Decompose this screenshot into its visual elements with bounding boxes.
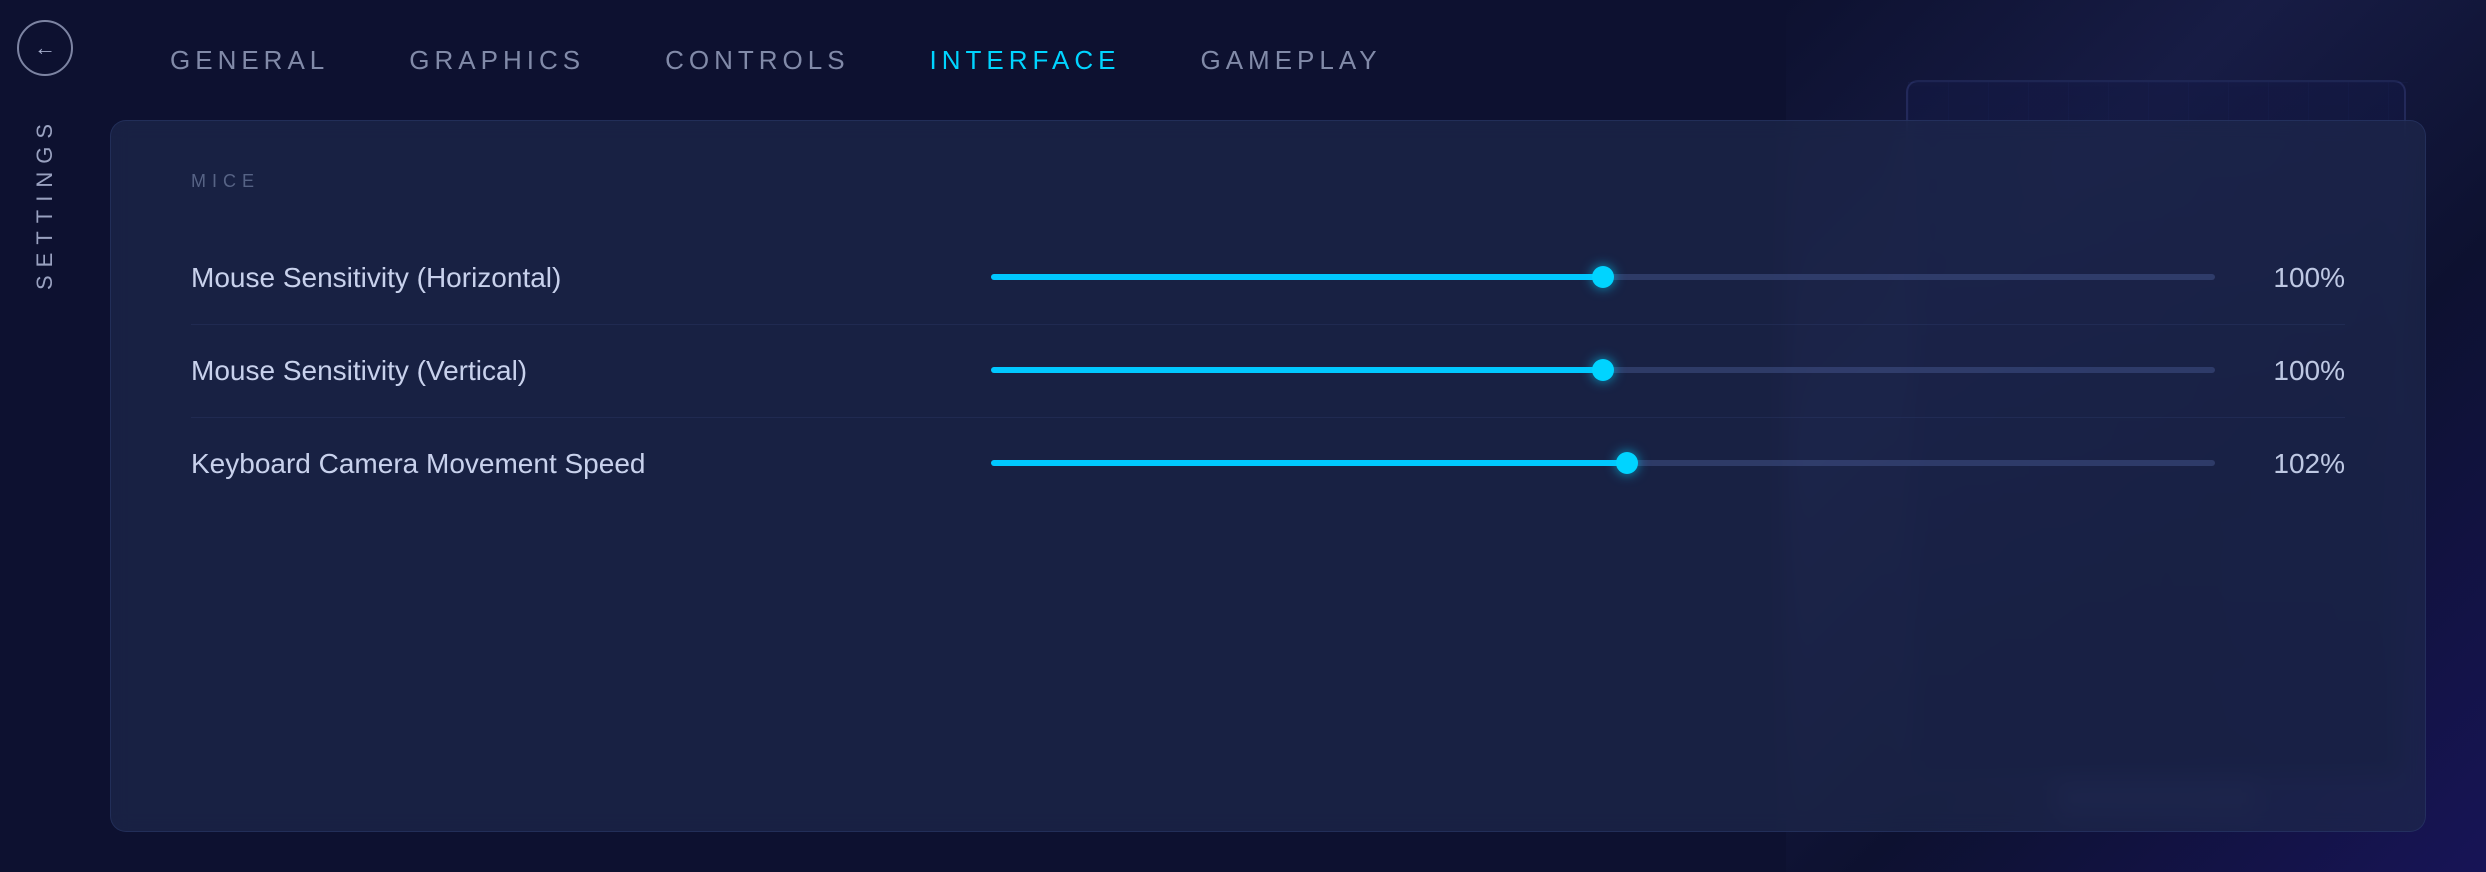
mouse-horizontal-value: 100% [2255,262,2345,294]
main-content: GENERAL GRAPHICS CONTROLS INTERFACE GAME… [90,0,2486,872]
top-nav: GENERAL GRAPHICS CONTROLS INTERFACE GAME… [110,0,2426,120]
mouse-vertical-value: 100% [2255,355,2345,387]
back-arrow-icon: ← [34,35,56,61]
mouse-vertical-control: 100% [791,355,2345,387]
keyboard-camera-value: 102% [2255,448,2345,480]
nav-item-graphics[interactable]: GRAPHICS [369,37,625,84]
nav-item-interface[interactable]: INTERFACE [890,37,1161,84]
mouse-horizontal-slider[interactable] [991,274,2215,282]
content-panel: MICE Mouse Sensitivity (Horizontal) 100% [110,120,2426,832]
nav-item-gameplay[interactable]: GAMEPLAY [1160,37,1421,84]
mouse-horizontal-label: Mouse Sensitivity (Horizontal) [191,262,791,294]
setting-row-mouse-horizontal: Mouse Sensitivity (Horizontal) 100% [191,232,2345,325]
mouse-horizontal-control: 100% [791,262,2345,294]
settings-label: SETTINGS [32,116,58,290]
keyboard-camera-label: Keyboard Camera Movement Speed [191,448,791,480]
setting-row-mouse-vertical: Mouse Sensitivity (Vertical) 100% [191,325,2345,418]
keyboard-camera-control: 102% [791,448,2345,480]
setting-row-keyboard-camera: Keyboard Camera Movement Speed 102% [191,418,2345,510]
keyboard-camera-slider[interactable] [991,460,2215,468]
mouse-vertical-label: Mouse Sensitivity (Vertical) [191,355,791,387]
back-button[interactable]: ← [17,20,73,76]
nav-item-controls[interactable]: CONTROLS [625,37,889,84]
panel-title: MICE [191,171,2345,192]
sidebar: ← SETTINGS [0,0,90,872]
mouse-vertical-slider[interactable] [991,367,2215,375]
nav-item-general[interactable]: GENERAL [130,37,369,84]
